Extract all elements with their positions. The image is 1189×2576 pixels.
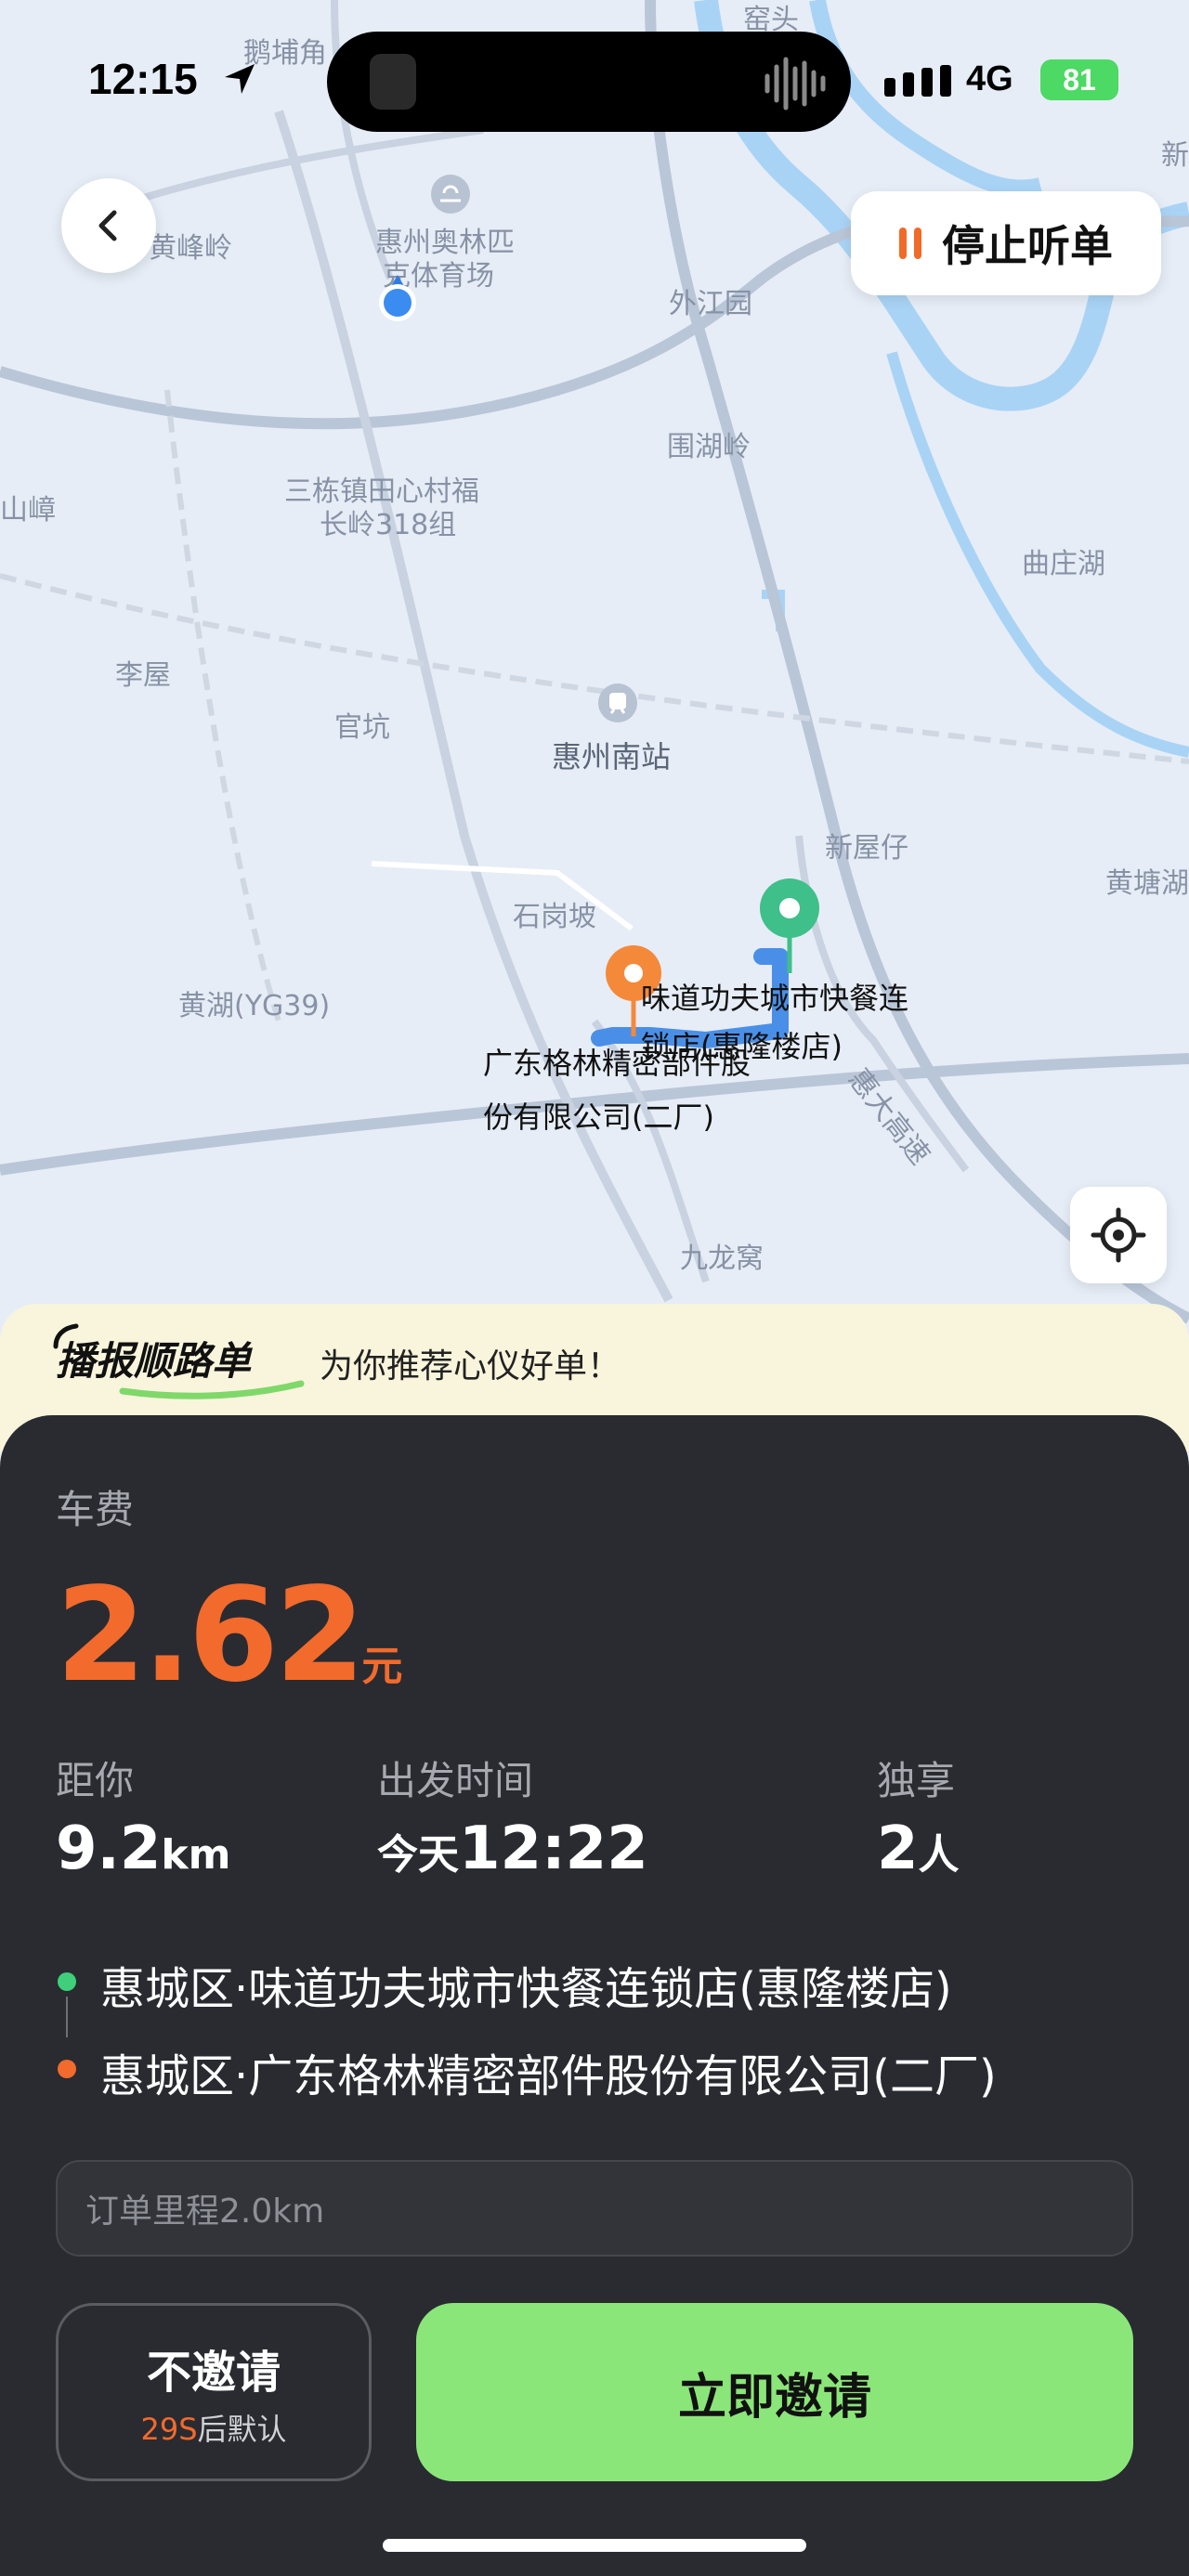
status-time: 12:15 (88, 55, 198, 103)
banner-text: 为你推荐心仪好单！ (320, 1347, 621, 1386)
pickup-address: 惠城区·味道功夫城市快餐连锁店(惠隆楼店) (100, 1963, 952, 2015)
fare-unit: 元 (361, 1643, 403, 1690)
dropoff-map-label: 广东格林精密部件股 (483, 1046, 751, 1081)
decline-label: 不邀请 (146, 2347, 281, 2399)
my-location-marker-icon (379, 275, 416, 321)
map-label: 黄塘湖 (1105, 867, 1189, 900)
stop-listening-button[interactable]: 停止听单 (851, 191, 1161, 295)
map-label: 官坑 (334, 711, 390, 744)
battery-indicator: 81 (1040, 59, 1118, 100)
decline-countdown: 29S后默认 (140, 2412, 287, 2447)
order-mileage-text: 订单里程2.0km (85, 2192, 325, 2231)
map-label: 新 (1161, 139, 1189, 172)
distance-label: 距你 (56, 1758, 135, 1803)
fare-label: 车费 (56, 1487, 135, 1532)
map-label: 惠州南站 (552, 739, 672, 774)
decline-button[interactable]: 不邀请 29S后默认 (56, 2303, 372, 2481)
fare-value: 2.62 (56, 1560, 365, 1711)
pickup-map-label: 味道功夫城市快餐连 (641, 981, 909, 1016)
dropoff-dot (58, 2060, 76, 2078)
map-label: 九龙窝 (680, 1242, 764, 1275)
fare-amount: 2.62元 (56, 1560, 402, 1711)
route-connector (66, 1997, 68, 2037)
invite-label: 立即邀请 (677, 2369, 871, 2426)
back-button[interactable] (61, 178, 156, 273)
audio-wave-icon (764, 57, 826, 111)
crosshair-icon (1091, 1207, 1146, 1263)
map-label: 围湖岭 (667, 431, 751, 463)
stop-listening-label: 停止听单 (942, 221, 1113, 271)
battery-level: 81 (1063, 62, 1096, 97)
network-type: 4G (966, 59, 1013, 98)
stadium-poi-icon (431, 175, 470, 214)
pickup-dot (58, 1972, 76, 1991)
map-label: 外江园 (669, 288, 752, 320)
locate-me-button[interactable] (1070, 1187, 1167, 1283)
map-label: 新屋仔 (825, 832, 908, 865)
map-label: 黄峰岭 (149, 232, 232, 265)
invite-now-button[interactable]: 立即邀请 (416, 2303, 1133, 2481)
dropoff-address: 惠城区·广东格林精密部件股份有限公司(二厂) (100, 2050, 997, 2102)
train-station-icon (598, 683, 637, 722)
cellular-signal-icon (884, 65, 951, 97)
map-label: 李屋 (115, 659, 171, 692)
chevron-left-icon (98, 210, 117, 241)
order-mileage-field: 订单里程2.0km (56, 2160, 1133, 2257)
depart-time-label: 出发时间 (377, 1758, 534, 1803)
dropoff-map-label-line2: 份有限公司(二厂) (483, 1099, 714, 1135)
depart-time-value: 今天12:22 (377, 1815, 648, 1883)
distance-value: 9.2km (56, 1815, 231, 1883)
banner-underline-decoration (119, 1380, 305, 1399)
share-label: 独享 (877, 1758, 956, 1803)
location-arrow-icon (225, 64, 255, 94)
map-label: 山嶂 (0, 494, 56, 527)
map-label: 长岭318组 (320, 509, 457, 541)
pickup-pin-icon (760, 878, 819, 973)
map-label: 黄湖(YG39) (178, 990, 331, 1022)
map-label: 曲庄湖 (1022, 548, 1105, 580)
pause-icon (899, 228, 921, 259)
passenger-count: 2人 (877, 1815, 960, 1883)
island-thumbnail (370, 54, 416, 110)
home-indicator[interactable] (383, 2539, 806, 2552)
map-label: 石岗坡 (513, 901, 596, 933)
